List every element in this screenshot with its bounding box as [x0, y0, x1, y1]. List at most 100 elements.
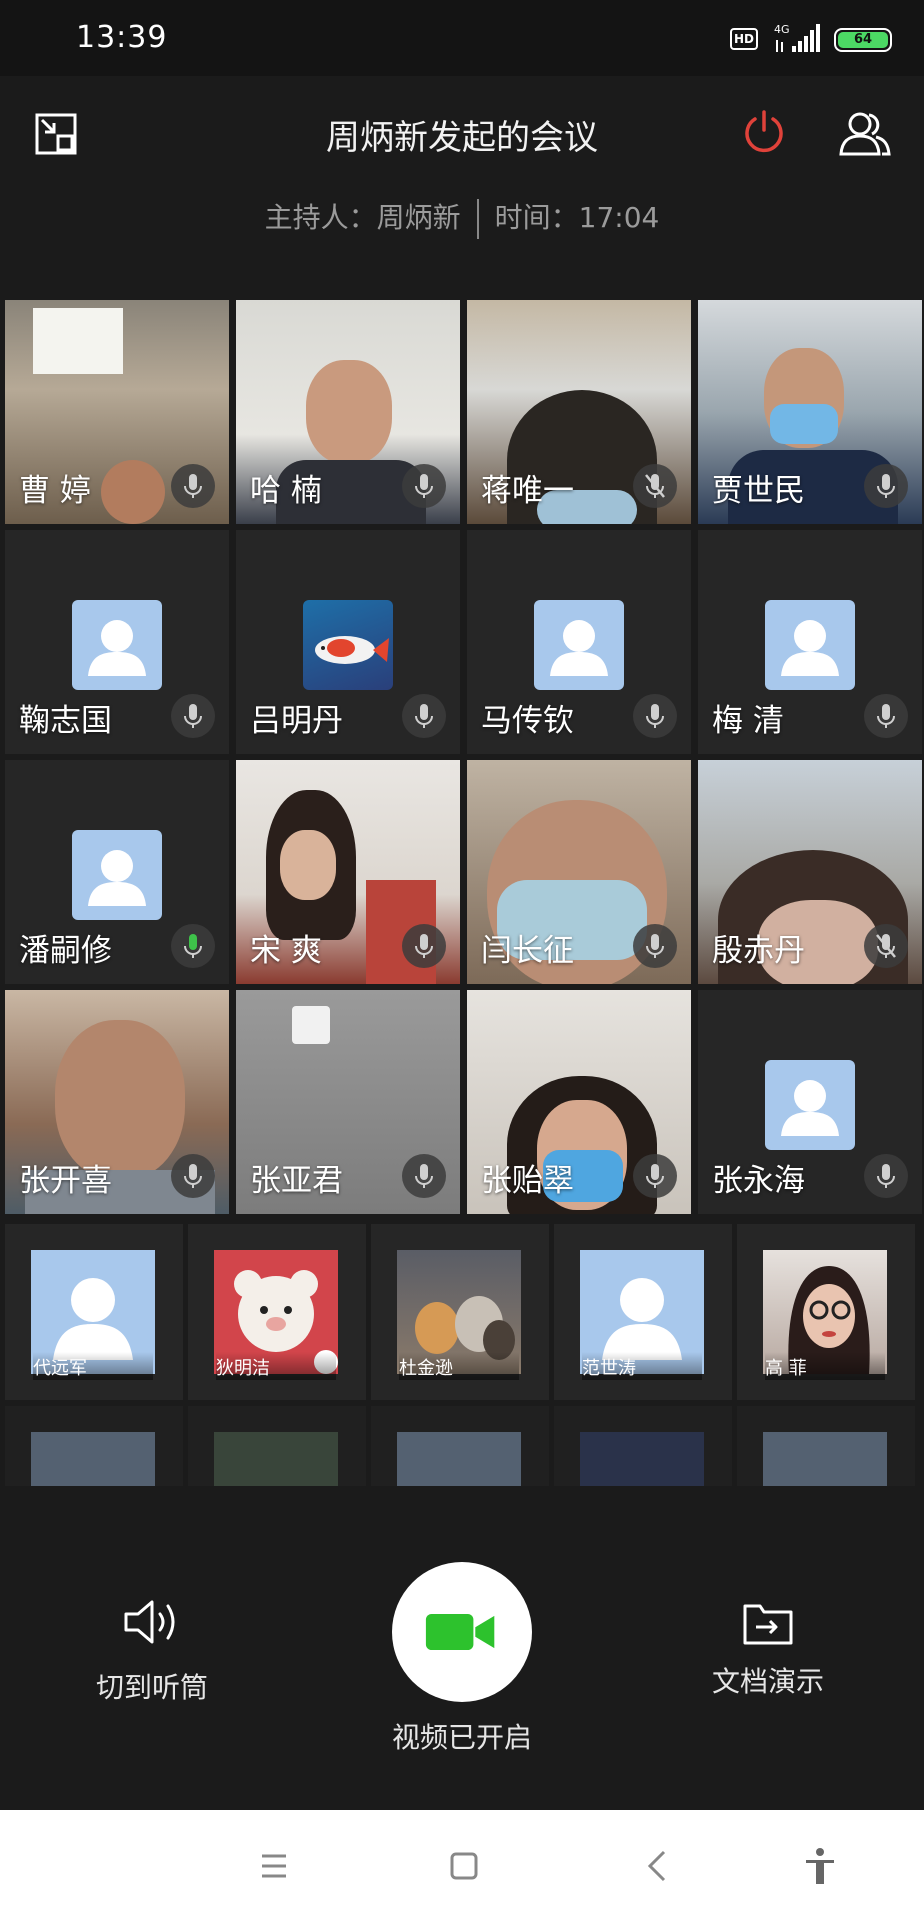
info-divider — [476, 199, 479, 239]
participant-name: 曹 婷 — [19, 473, 91, 509]
status-bar: 13:39 HD 4G 64 — [0, 0, 924, 76]
meeting-controls: 切到听筒 视频已开启 文档演示 — [0, 1486, 924, 1810]
participant-name: 马传钦 — [481, 703, 574, 739]
participant-tile[interactable]: 宋 爽 — [236, 760, 460, 984]
participant-name: 吕明丹 — [250, 703, 343, 739]
fish-avatar-icon — [303, 600, 393, 690]
mic-icon[interactable] — [864, 1154, 908, 1198]
host-label: 主持人：周炳新 — [264, 201, 461, 234]
speaker-toggle-button[interactable]: 切到听筒 — [62, 1596, 242, 1706]
participant-name: 潘嗣修 — [19, 933, 112, 969]
participant-tile[interactable]: 曹 婷 — [5, 300, 229, 524]
mic-muted-icon[interactable] — [633, 464, 677, 508]
participant-name: 张永海 — [712, 1163, 805, 1199]
camera-button[interactable] — [392, 1562, 532, 1702]
participant-tile[interactable]: 吕明丹 — [236, 530, 460, 754]
default-avatar-icon — [534, 600, 624, 690]
mic-speaking-icon[interactable] — [171, 924, 215, 968]
mic-icon[interactable] — [171, 1154, 215, 1198]
battery-level: 64 — [838, 32, 888, 48]
participant-name: 蒋唯一 — [481, 473, 574, 509]
signal-icon: 4G — [774, 23, 820, 52]
default-avatar-icon — [765, 1060, 855, 1150]
video-toggle-label: 视频已开启 — [391, 1721, 532, 1754]
participant-tile[interactable]: 张亚君 — [236, 990, 460, 1214]
participant-tile[interactable]: 梅 清 — [698, 530, 922, 754]
small-participant-tile[interactable]: 范世涛 — [554, 1224, 732, 1400]
mic-icon[interactable] — [171, 694, 215, 738]
small-participant-tile[interactable]: 狄明洁 — [188, 1224, 366, 1400]
time-label: 时间：17:04 — [494, 201, 660, 234]
small-participant-name: 范世涛 — [582, 1352, 702, 1380]
participant-tile[interactable]: 贾世民 — [698, 300, 922, 524]
face-mask — [770, 404, 838, 444]
participant-name: 宋 爽 — [250, 933, 322, 969]
small-participant-name: 代远军 — [33, 1352, 153, 1380]
small-participant-tile[interactable]: 杜金逊 — [371, 1224, 549, 1400]
small-participant-tile[interactable]: 代远军 — [5, 1224, 183, 1400]
speaker-icon — [124, 1600, 175, 1644]
video-toggle-button[interactable]: 视频已开启 — [372, 1562, 552, 1756]
small-participant-name: 杜金逊 — [399, 1352, 519, 1380]
participant-name: 张亚君 — [250, 1163, 343, 1199]
default-avatar-icon — [72, 600, 162, 690]
participant-tile[interactable]: 蒋唯一 — [467, 300, 691, 524]
participant-tile[interactable]: 马传钦 — [467, 530, 691, 754]
hd-icon: HD — [730, 28, 758, 50]
participant-name: 哈 楠 — [250, 473, 322, 509]
participant-name: 梅 清 — [712, 703, 784, 739]
person-face — [101, 460, 165, 524]
power-icon[interactable] — [740, 108, 788, 156]
video-camera-icon — [425, 1613, 495, 1651]
participant-tile[interactable]: 张永海 — [698, 990, 922, 1214]
meeting-info: 主持人：周炳新 时间：17:04 — [0, 196, 924, 239]
participant-tile[interactable]: 潘嗣修 — [5, 760, 229, 984]
person-face — [280, 830, 336, 900]
participant-tile[interactable]: 张贻翠 — [467, 990, 691, 1214]
speaker-toggle-label: 切到听筒 — [95, 1671, 208, 1704]
participant-tile[interactable]: 鞠志国 — [5, 530, 229, 754]
mic-icon[interactable] — [402, 464, 446, 508]
default-avatar-icon — [765, 600, 855, 690]
participant-name: 闫长征 — [481, 933, 574, 969]
mic-icon[interactable] — [171, 464, 215, 508]
mic-icon[interactable] — [633, 1154, 677, 1198]
participant-name: 贾世民 — [712, 473, 805, 509]
document-share-label: 文档演示 — [711, 1665, 824, 1698]
participant-name: 殷赤丹 — [712, 933, 805, 969]
meeting-header: 周炳新发起的会议 主持人：周炳新 时间：17:04 — [0, 76, 924, 290]
network-type: 4G — [774, 23, 790, 36]
mic-muted-icon[interactable] — [864, 924, 908, 968]
participant-tile[interactable]: 张开喜 — [5, 990, 229, 1214]
default-avatar-icon — [72, 830, 162, 920]
participant-name: 张开喜 — [19, 1163, 112, 1199]
mic-icon[interactable] — [402, 694, 446, 738]
mic-icon[interactable] — [633, 924, 677, 968]
participant-name: 张贻翠 — [481, 1163, 574, 1199]
members-icon[interactable] — [838, 110, 892, 156]
small-participant-name: 高 菲 — [765, 1352, 885, 1380]
small-participant-tile[interactable]: 高 菲 — [737, 1224, 915, 1400]
participant-tile[interactable]: 闫长征 — [467, 760, 691, 984]
small-participant-name: 狄明洁 — [216, 1352, 336, 1380]
mic-icon[interactable] — [402, 1154, 446, 1198]
battery-icon: 64 — [834, 28, 892, 52]
mic-icon[interactable] — [633, 694, 677, 738]
ceiling-light — [33, 308, 123, 374]
mic-icon[interactable] — [864, 464, 908, 508]
home-icon[interactable] — [442, 1844, 486, 1888]
ceiling-light — [292, 1006, 330, 1044]
participant-tile[interactable]: 哈 楠 — [236, 300, 460, 524]
mic-icon[interactable] — [864, 694, 908, 738]
mic-icon[interactable] — [402, 924, 446, 968]
status-time: 13:39 — [76, 20, 168, 55]
document-share-button[interactable]: 文档演示 — [678, 1598, 858, 1700]
participant-name: 鞠志国 — [19, 703, 112, 739]
back-icon[interactable] — [636, 1844, 680, 1888]
person-face — [306, 360, 392, 464]
menu-icon[interactable] — [252, 1844, 296, 1888]
participant-tile[interactable]: 殷赤丹 — [698, 760, 922, 984]
folder-share-icon — [743, 1604, 793, 1645]
system-nav-bar — [0, 1810, 924, 1920]
accessibility-icon[interactable] — [798, 1844, 842, 1888]
